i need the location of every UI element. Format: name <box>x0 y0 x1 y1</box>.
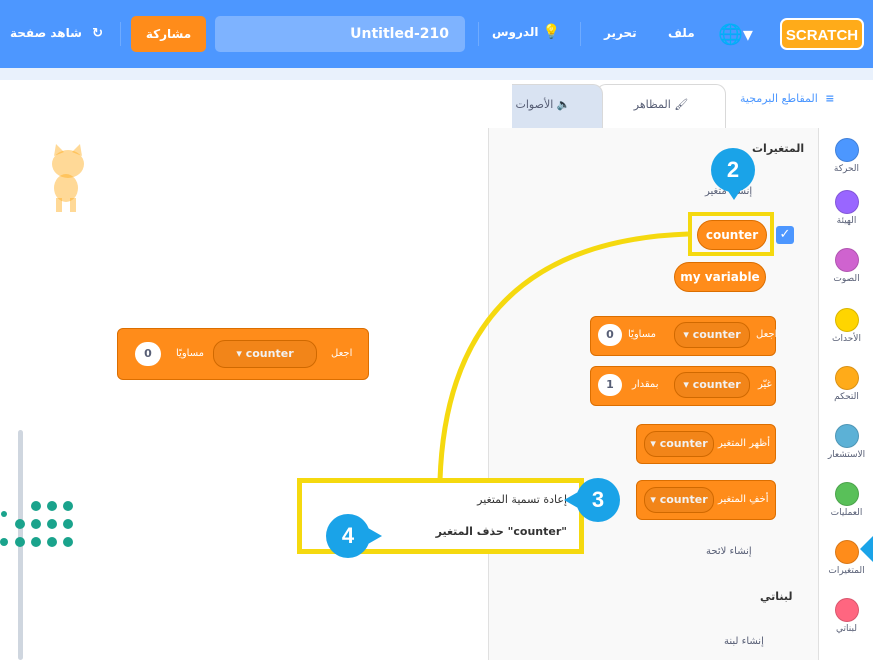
rename-variable-menu-item[interactable]: إعادة تسمية المتغير <box>477 493 567 506</box>
step-badge-4: 4 <box>326 514 370 558</box>
badge-pointer-icon <box>726 188 742 200</box>
delete-variable-menu-item[interactable]: حذف المتغير "counter" <box>436 525 567 538</box>
step-badge-3: 3 <box>576 478 620 522</box>
partial-badge-icon <box>860 536 873 562</box>
connector-curve <box>437 231 689 481</box>
step-badge-2: 2 <box>711 148 755 192</box>
badge-pointer-icon <box>368 528 382 544</box>
badge-pointer-icon <box>564 492 578 508</box>
